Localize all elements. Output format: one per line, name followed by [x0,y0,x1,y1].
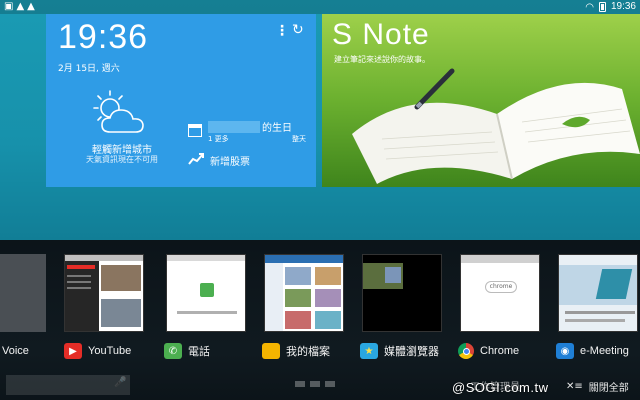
recent-app-e-meeting[interactable]: ◉ e-Meeting [556,342,629,360]
recent-thumb-my-files[interactable] [264,254,344,332]
clock-date: 2月 15日, 週六 [58,64,120,74]
recent-app-phone[interactable]: ✆ 電話 [164,342,210,360]
recent-thumb-e-meeting[interactable] [558,254,638,332]
add-stock-link[interactable]: 新增股票 [210,153,250,168]
recent-thumb-voice[interactable] [0,254,46,332]
battery-icon [598,2,606,12]
birthday-title[interactable]: 的生日 [262,119,292,134]
refresh-icon[interactable]: ↻ [292,23,304,37]
recent-thumb-phone[interactable] [166,254,246,332]
page-indicator [295,381,335,387]
recent-app-voice[interactable]: Voice [2,342,29,360]
recent-app-youtube[interactable]: ▶ YouTube [64,342,131,360]
status-bar: ▣ ▲ ▲ ◠ 19:36 [0,0,640,14]
folder-icon [262,343,280,359]
chrome-icon [458,343,474,359]
clock-weather-widget[interactable]: 19:36 2月 15日, 週六 ⋮ ↻ 輕觸新增城市 天氣資訊現在不可用 的生… [46,14,316,187]
image-icon: ▣ [4,1,14,12]
microphone-icon[interactable]: 🎤 [114,377,126,388]
app-name: Voice [2,345,29,357]
recent-app-chrome[interactable]: Chrome [458,342,519,360]
stock-chart-icon [188,153,204,165]
birthday-more: 1 更多 [208,135,229,143]
google-search-bar[interactable] [6,375,130,395]
app-name: 媒體瀏覽器 [384,346,439,358]
home-screen: ▣ ▲ ▲ ◠ 19:36 19:36 2月 15日, 週六 ⋮ ↻ 輕觸新增城… [0,0,640,240]
recent-app-my-files[interactable]: 我的檔案 [262,342,330,360]
clock-time: 19:36 [58,18,149,56]
app-name: e-Meeting [580,345,629,357]
phone-icon: ✆ [164,343,182,359]
close-all-icon: ✕≡ [566,381,583,392]
warning-icon: ▲ [16,1,25,12]
recent-apps-panel: chrome Voice ▶ YouTube ✆ 電話 我的檔案 ★ 媒體瀏覽器… [0,240,640,400]
weather-status: 天氣資訊現在不可用 [86,155,158,164]
recent-thumb-youtube[interactable] [64,254,144,332]
youtube-icon: ▶ [64,343,82,359]
app-name: 電話 [188,346,210,358]
redacted-name [208,121,260,133]
app-name: Chrome [480,345,520,357]
more-options-icon[interactable]: ⋮ [275,24,289,38]
recent-thumb-chrome[interactable]: chrome [460,254,540,332]
watermark: @SOGI.com.tw [452,380,549,395]
media-browser-icon: ★ [360,343,378,359]
recents-bottom-bar: 🎤 工作管理員 @SOGI.com.tw ✕≡ 關閉全部 [0,371,640,400]
calendar-icon [188,124,202,137]
app-name: YouTube [88,345,132,357]
weather-cloud-sun-icon [93,90,144,133]
warning-icon: ▲ [27,1,35,12]
snote-widget[interactable]: S Note 建立筆記來述說你的故事。 [322,14,640,187]
snote-subtitle: 建立筆記來述說你的故事。 [334,55,430,64]
recent-thumb-media-browser[interactable] [362,254,442,332]
close-all-button[interactable]: ✕≡ 關閉全部 [566,379,629,394]
recent-app-media-browser[interactable]: ★ 媒體瀏覽器 [360,342,439,360]
close-all-label: 關閉全部 [588,383,629,394]
birthday-when: 整天 [292,135,306,143]
app-name: 我的檔案 [286,346,330,358]
status-time: 19:36 [610,1,636,12]
e-meeting-icon: ◉ [556,343,574,359]
wifi-icon: ◠ [585,1,594,13]
snote-title: S Note [332,18,430,51]
